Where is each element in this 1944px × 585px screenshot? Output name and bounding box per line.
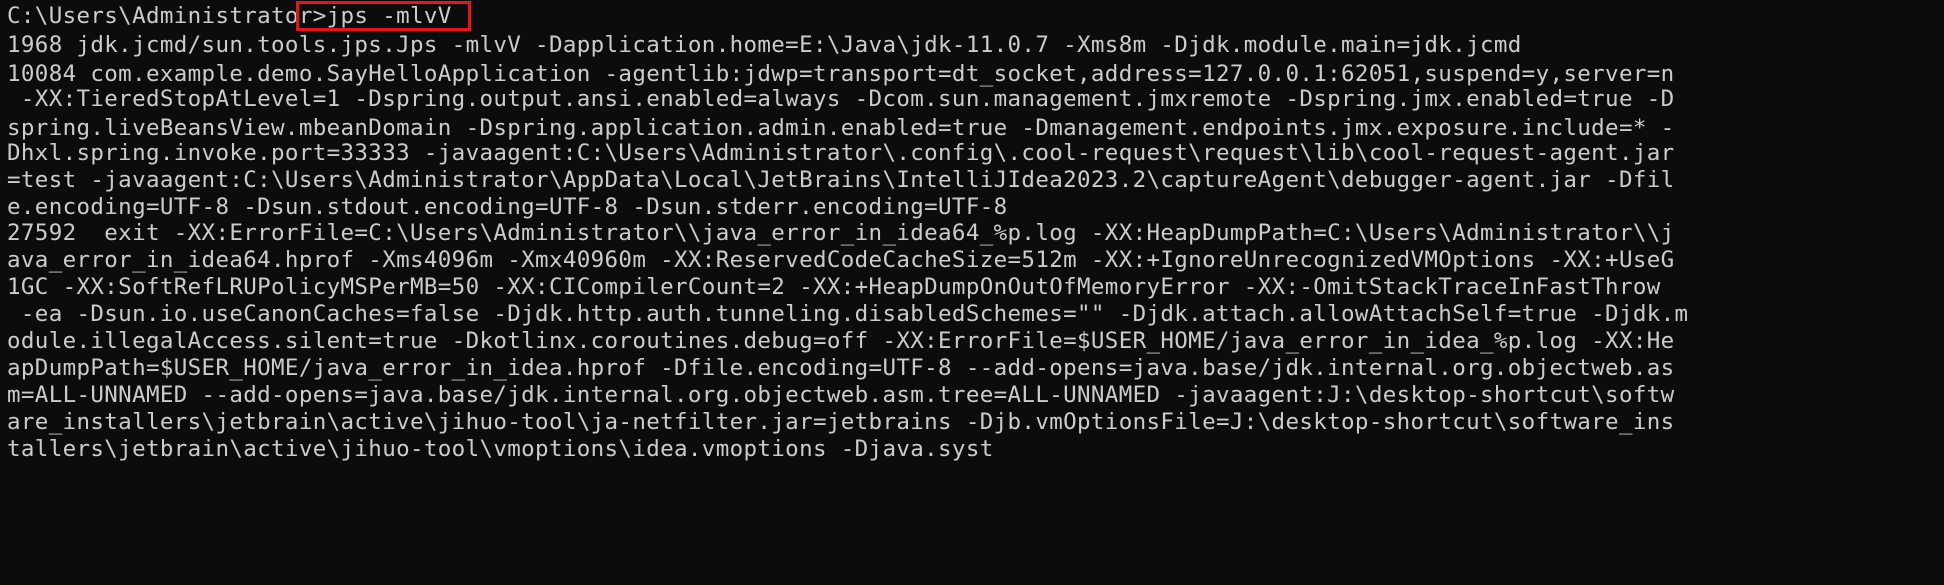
command-prompt-line: C:\Users\Administrator>jps -mlvV	[7, 0, 452, 32]
output-line: -XX:TieredStopAtLevel=1 -Dspring.output.…	[7, 86, 1675, 112]
prompt-path: C:\Users\Administrator>	[7, 3, 327, 29]
output-line: 1968 jdk.jcmd/sun.tools.jps.Jps -mlvV -D…	[7, 32, 1522, 58]
command-text: jps -mlvV	[326, 3, 452, 29]
terminal-window[interactable]: C:\Users\Administrator>jps -mlvV 1968 jd…	[0, 0, 1944, 585]
output-line: tallers\jetbrain\active\jihuo-tool\vmopt…	[7, 436, 994, 462]
